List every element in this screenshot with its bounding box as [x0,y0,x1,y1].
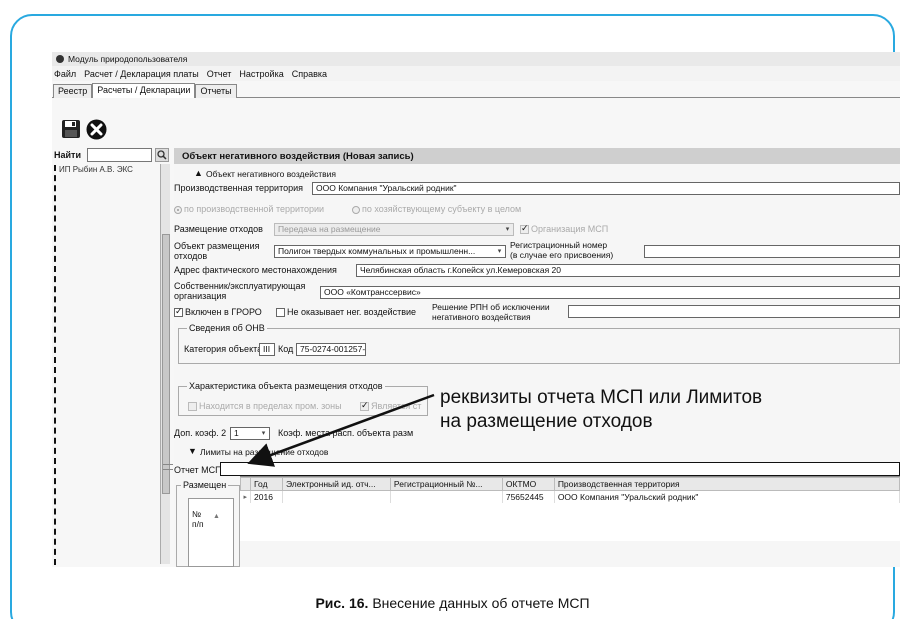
annotation-text: реквизиты отчета МСП или Лимитов на разм… [440,386,762,434]
figure-caption: Рис. 16. Внесение данных об отчете МСП [0,595,905,611]
caption-prefix: Рис. 16. [315,595,369,611]
app-window: Модуль природопользователя Файл Расчет /… [52,52,900,567]
caption-text: Внесение данных об отчете МСП [372,595,590,611]
annotation-line-2: на размещение отходов [440,411,653,432]
annotation-line-1: реквизиты отчета МСП или Лимитов [440,387,763,408]
annotation-arrow [247,393,435,467]
